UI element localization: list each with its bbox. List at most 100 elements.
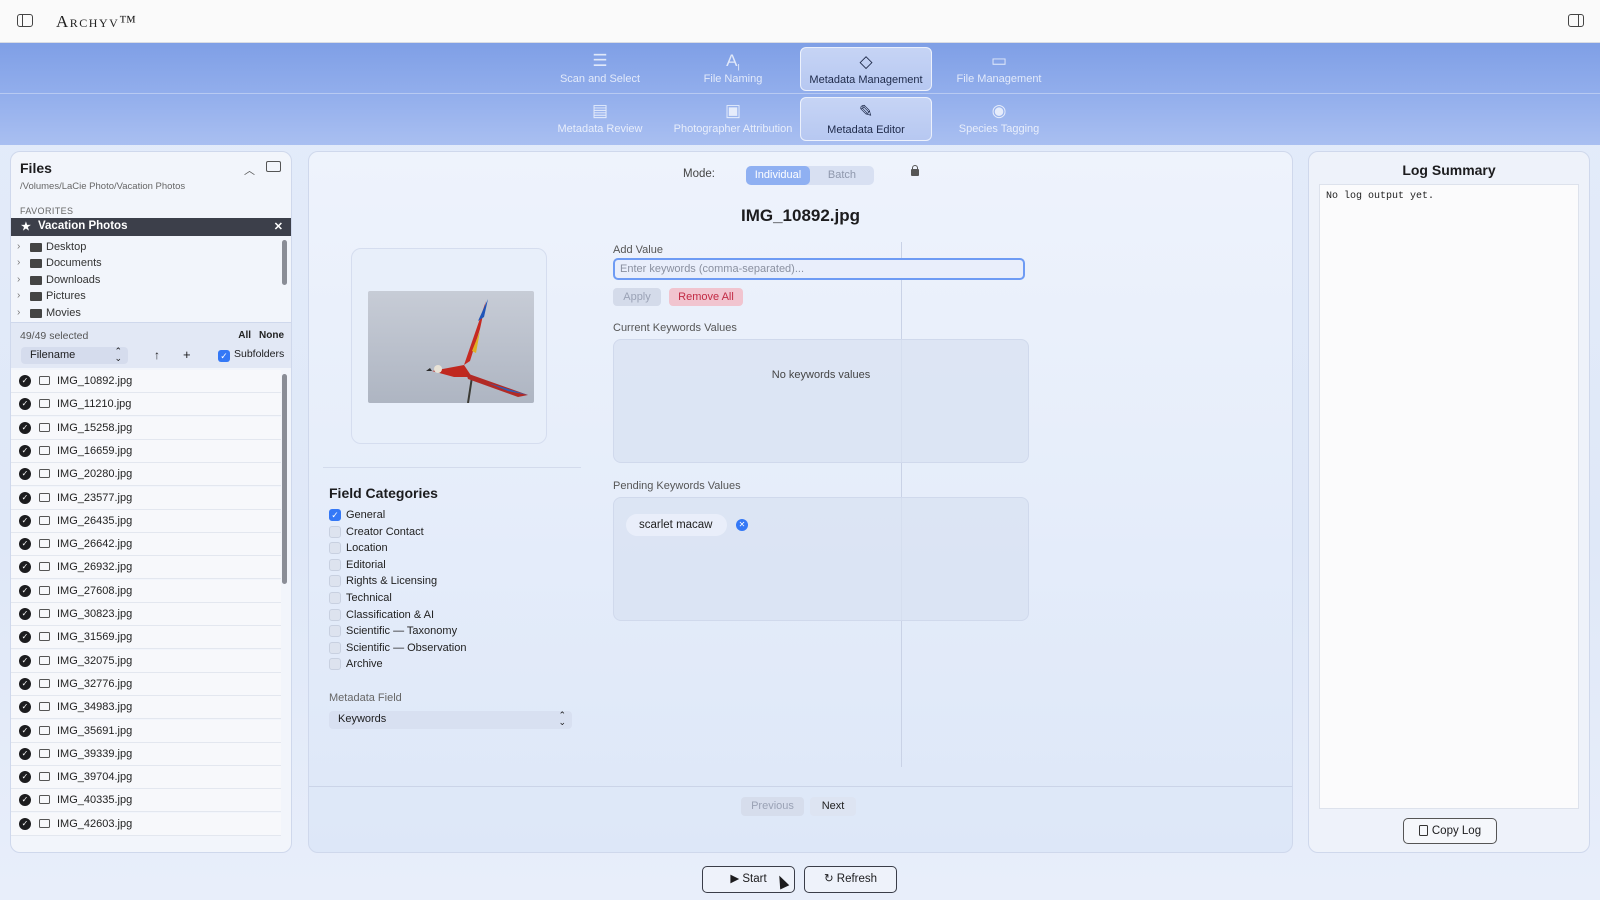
file-row[interactable]: ✓ IMG_34983.jpg — [11, 696, 281, 720]
file-row[interactable]: ✓ IMG_26642.jpg — [11, 533, 281, 557]
tree-item-documents[interactable]: › Documents — [11, 256, 281, 272]
checkmark-circle-icon[interactable]: ✓ — [19, 771, 31, 784]
checkbox-icon[interactable] — [329, 641, 341, 654]
metadata-field-select[interactable]: Keywords ⌃ ⌄ — [329, 711, 572, 729]
checkmark-circle-icon[interactable]: ✓ — [19, 398, 31, 411]
log-output[interactable]: No log output yet. — [1319, 184, 1579, 809]
mode-batch-button[interactable]: Batch — [810, 166, 874, 185]
checkmark-circle-icon[interactable]: ✓ — [19, 677, 31, 690]
file-row[interactable]: ✓ IMG_31569.jpg — [11, 626, 281, 650]
checkbox-checked-icon[interactable]: ✓ — [329, 509, 341, 521]
file-row[interactable]: ✓ IMG_10892.jpg — [11, 370, 281, 393]
tab-species-tagging[interactable]: ◉ Species Tagging — [933, 97, 1065, 141]
field-category-item[interactable]: Scientific — Taxonomy — [329, 624, 529, 640]
checkbox-icon[interactable] — [329, 592, 341, 604]
file-row[interactable]: ✓ IMG_35691.jpg — [11, 719, 281, 743]
next-button[interactable]: Next — [810, 797, 856, 816]
select-all-button[interactable]: All — [238, 330, 251, 341]
field-category-item[interactable]: Technical — [329, 591, 529, 607]
file-row[interactable]: ✓ IMG_23577.jpg — [11, 486, 281, 510]
checkmark-circle-icon[interactable]: ✓ — [19, 444, 31, 457]
file-row[interactable]: ✓ IMG_42603.jpg — [11, 812, 281, 836]
field-category-item[interactable]: Archive — [329, 657, 529, 673]
checkmark-circle-icon[interactable]: ✓ — [19, 701, 31, 714]
checkmark-circle-icon[interactable]: ✓ — [19, 817, 31, 830]
plus-icon[interactable]: + — [183, 347, 191, 362]
checkmark-circle-icon[interactable]: ✓ — [19, 468, 31, 481]
inspector-toggle-icon[interactable] — [1568, 14, 1584, 27]
chevron-right-icon[interactable]: › — [17, 307, 20, 318]
refresh-button[interactable]: ↻ Refresh — [804, 866, 897, 893]
field-category-item[interactable]: Scientific — Observation — [329, 641, 529, 657]
file-row[interactable]: ✓ IMG_26932.jpg — [11, 556, 281, 580]
field-category-item[interactable]: Classification & AI — [329, 608, 529, 624]
checkbox-icon[interactable] — [329, 525, 341, 538]
checkmark-circle-icon[interactable]: ✓ — [19, 747, 31, 760]
copy-log-button[interactable]: Copy Log — [1403, 818, 1497, 844]
remove-favorite-icon[interactable]: ✕ — [274, 220, 283, 233]
previous-button[interactable]: Previous — [741, 797, 804, 816]
remove-all-button[interactable]: Remove All — [669, 288, 743, 306]
tab-file-management[interactable]: ▭ File Management — [933, 47, 1065, 91]
field-category-item[interactable]: ✓ General — [329, 508, 529, 524]
lock-icon[interactable] — [911, 165, 919, 176]
file-row[interactable]: ✓ IMG_26435.jpg — [11, 509, 281, 533]
tab-metadata-review[interactable]: ▤ Metadata Review — [534, 97, 666, 141]
checkmark-circle-icon[interactable]: ✓ — [19, 561, 31, 574]
file-row[interactable]: ✓ IMG_39704.jpg — [11, 766, 281, 790]
subfolders-toggle[interactable]: ✓ Subfolders — [218, 348, 284, 362]
field-category-item[interactable]: Location — [329, 541, 529, 557]
checkmark-circle-icon[interactable]: ✓ — [19, 794, 31, 807]
checkmark-circle-icon[interactable]: ✓ — [19, 514, 31, 527]
file-row[interactable]: ✓ IMG_30823.jpg — [11, 603, 281, 626]
tab-scan-and-select[interactable]: ☰ Scan and Select — [534, 47, 666, 91]
apply-button[interactable]: Apply — [613, 288, 661, 306]
field-category-item[interactable]: Rights & Licensing — [329, 574, 529, 590]
checkbox-icon[interactable] — [329, 558, 341, 571]
tree-scrollbar[interactable] — [282, 240, 287, 285]
remove-keyword-icon[interactable]: ✕ — [736, 519, 748, 531]
checkmark-circle-icon[interactable]: ✓ — [19, 654, 31, 667]
checkmark-circle-icon[interactable]: ✓ — [19, 631, 31, 644]
sidebar-toggle-icon[interactable] — [17, 14, 33, 27]
file-row[interactable]: ✓ IMG_27608.jpg — [11, 579, 281, 603]
new-folder-icon[interactable] — [266, 161, 281, 172]
checkmark-circle-icon[interactable]: ✓ — [19, 421, 31, 434]
chevron-up-icon[interactable]: ︿ — [244, 162, 255, 178]
select-none-button[interactable]: None — [259, 330, 284, 341]
sort-select[interactable]: Filename ⌃ ⌄ — [21, 347, 128, 364]
keywords-input[interactable] — [613, 258, 1025, 280]
checkmark-circle-icon[interactable]: ✓ — [19, 491, 31, 504]
file-row[interactable]: ✓ IMG_39339.jpg — [11, 742, 281, 766]
chevron-right-icon[interactable]: › — [17, 257, 20, 268]
checkbox-icon[interactable] — [329, 542, 341, 555]
tab-metadata-management[interactable]: ◇ Metadata Management — [800, 47, 932, 91]
file-row[interactable]: ✓ IMG_15258.jpg — [11, 416, 281, 440]
sort-direction-icon[interactable]: ↑ — [154, 348, 160, 362]
checkmark-circle-icon[interactable]: ✓ — [19, 584, 31, 597]
tree-item-desktop[interactable]: › Desktop — [11, 240, 281, 256]
chevron-right-icon[interactable]: › — [17, 241, 20, 252]
favorite-item[interactable]: ★ Vacation Photos ✕ — [11, 218, 291, 236]
chevron-right-icon[interactable]: › — [17, 290, 20, 301]
file-row[interactable]: ✓ IMG_32776.jpg — [11, 672, 281, 696]
tab-metadata-editor[interactable]: ✎ Metadata Editor — [800, 97, 932, 141]
file-row[interactable]: ✓ IMG_40335.jpg — [11, 789, 281, 813]
checkmark-circle-icon[interactable]: ✓ — [19, 538, 31, 551]
tab-file-naming[interactable]: AI File Naming — [667, 47, 799, 91]
checkbox-icon[interactable] — [329, 658, 341, 671]
tab-photographer-attribution[interactable]: ▣ Photographer Attribution — [667, 97, 799, 141]
file-row[interactable]: ✓ IMG_20280.jpg — [11, 463, 281, 487]
checkmark-circle-icon[interactable]: ✓ — [19, 724, 31, 737]
file-row[interactable]: ✓ IMG_11210.jpg — [11, 393, 281, 417]
tree-item-movies[interactable]: › Movies — [11, 306, 281, 322]
tree-item-downloads[interactable]: › Downloads — [11, 273, 281, 289]
checkbox-icon[interactable] — [329, 625, 341, 638]
field-category-item[interactable]: Creator Contact — [329, 525, 529, 541]
mode-individual-button[interactable]: Individual — [746, 166, 810, 185]
checkmark-circle-icon[interactable]: ✓ — [19, 608, 31, 620]
checkmark-circle-icon[interactable]: ✓ — [19, 375, 31, 387]
file-row[interactable]: ✓ IMG_16659.jpg — [11, 439, 281, 463]
field-category-item[interactable]: Editorial — [329, 558, 529, 574]
checkbox-icon[interactable] — [329, 608, 341, 621]
